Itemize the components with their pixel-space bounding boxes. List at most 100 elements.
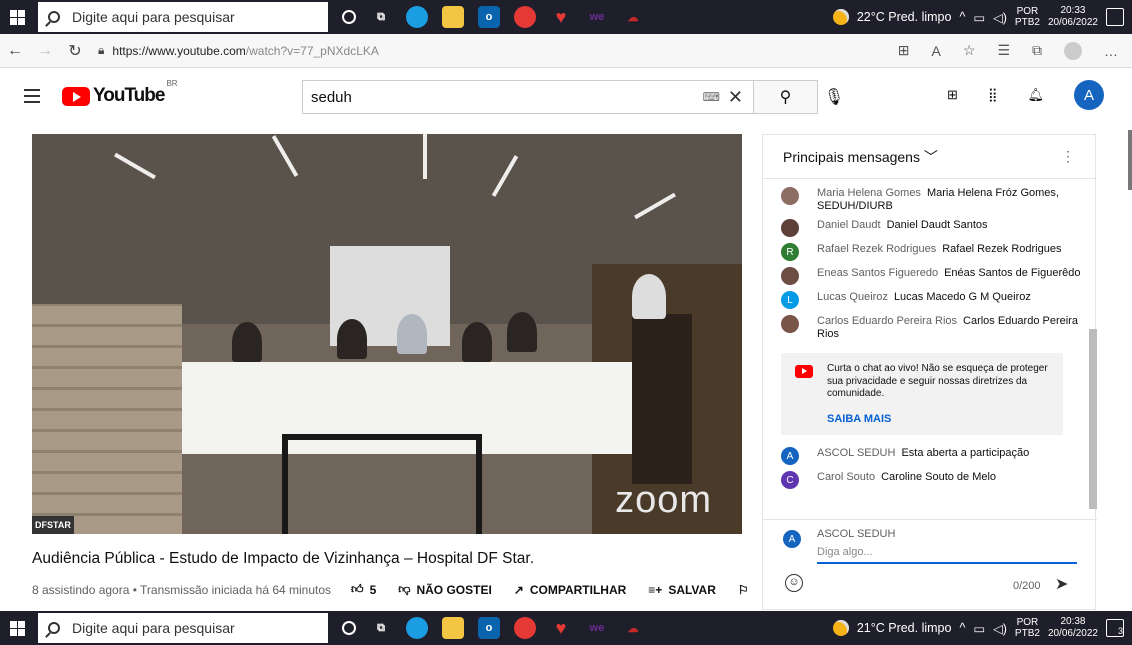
volume-icon[interactable]: ◁): [993, 621, 1007, 636]
taskbar-search[interactable]: Digite aqui para pesquisar: [38, 613, 328, 643]
send-icon[interactable]: ➤: [1055, 574, 1068, 594]
chat-notice: Curta o chat ao vivo! Não se esqueça de …: [781, 353, 1063, 435]
chat-message[interactable]: Daniel Daudt Daniel Daudt Santos: [763, 217, 1097, 241]
cortana-icon[interactable]: [342, 10, 356, 24]
notification-icon[interactable]: 3: [1106, 619, 1124, 637]
chat-message-body: Carlos Eduardo Pereira Rios Carlos Eduard…: [817, 315, 1083, 341]
panelist: [507, 312, 537, 352]
lang-code: POR: [1016, 6, 1039, 17]
app-heart-icon[interactable]: ♥: [550, 6, 572, 28]
edge-icon[interactable]: [406, 6, 428, 28]
video-viewers-info: 8 assistindo agora • Transmissão iniciad…: [32, 582, 332, 597]
refresh-icon[interactable]: ↻: [60, 41, 90, 61]
chat-message[interactable]: R Rafael Rezek Rodrigues Rafael Rezek Rodr…: [763, 241, 1097, 265]
panelist: [462, 322, 492, 362]
save-button[interactable]: ≡+ SALVAR: [648, 583, 716, 597]
voice-search-icon[interactable]: 🎙︎: [818, 80, 850, 114]
read-aloud-icon[interactable]: A: [932, 43, 941, 59]
edge-icon[interactable]: [406, 617, 428, 639]
weather-text[interactable]: 21°C Pred. limpo: [857, 621, 952, 635]
network-icon[interactable]: ▭: [973, 621, 985, 636]
search-input[interactable]: seduh ⌨ ✕: [302, 80, 754, 114]
chat-author: Maria Helena Gomes: [817, 187, 921, 199]
network-icon[interactable]: ▭: [973, 10, 985, 25]
favorite-icon[interactable]: ☆: [963, 42, 976, 59]
zoom-watermark: zoom: [615, 479, 712, 521]
thumbs-up-icon: 👍︎: [351, 582, 364, 596]
task-view-icon[interactable]: ⧉: [370, 617, 392, 639]
search-button[interactable]: ⚲: [754, 80, 818, 114]
outlook-icon[interactable]: o: [478, 617, 500, 639]
chat-message-body: Maria Helena Gomes Maria Helena Fróz Gome…: [817, 187, 1083, 213]
start-button[interactable]: [0, 611, 34, 645]
account-avatar[interactable]: A: [1074, 80, 1104, 110]
clock[interactable]: 20:33 20/06/2022: [1048, 5, 1098, 29]
ceiling-light: [634, 192, 676, 220]
taskbar-search-placeholder: Digite aqui para pesquisar: [72, 620, 235, 636]
chrome-icon[interactable]: [514, 617, 536, 639]
like-button[interactable]: 👍︎ 5: [351, 582, 376, 597]
app-cloud-icon[interactable]: ☁: [622, 617, 644, 639]
volume-icon[interactable]: ◁): [993, 10, 1007, 25]
search-icon: [48, 11, 60, 23]
outlook-icon[interactable]: o: [478, 6, 500, 28]
clock-date: 20/06/2022: [1047, 17, 1098, 28]
chat-menu-icon[interactable]: ⋮: [1061, 148, 1075, 165]
notifications-bell-icon[interactable]: 🔔︎: [1027, 87, 1044, 103]
page-scrollbar[interactable]: [1128, 130, 1132, 190]
tray-chevron-icon[interactable]: ^: [959, 10, 965, 24]
tray-chevron-icon[interactable]: ^: [959, 621, 965, 635]
app-cloud-icon[interactable]: ☁: [622, 6, 644, 28]
app-available-icon[interactable]: ⊞: [898, 42, 910, 59]
chat-scrollbar[interactable]: [1089, 329, 1097, 509]
youtube-logo[interactable]: YouTube BR: [62, 79, 178, 107]
chat-input[interactable]: Diga algo...: [817, 546, 1077, 564]
learn-more-link[interactable]: SAIBA MAIS: [827, 413, 1053, 426]
chat-message[interactable]: Eneas Santos Figueredo Enéas Santos de Fi…: [763, 265, 1097, 289]
chat-avatar: [781, 267, 799, 285]
clock[interactable]: 20:38 20/06/2022: [1048, 616, 1098, 640]
file-explorer-icon[interactable]: [442, 6, 464, 28]
start-button[interactable]: [0, 0, 34, 34]
address-bar[interactable]: 🔒︎ https://www.youtube.com/watch?v=77_pN…: [98, 43, 379, 58]
emoji-icon[interactable]: ☺: [785, 574, 803, 592]
chat-message[interactable]: L Lucas Queiroz Lucas Macedo G M Queiroz: [763, 289, 1097, 313]
file-explorer-icon[interactable]: [442, 617, 464, 639]
taskbar-search[interactable]: Digite aqui para pesquisar: [38, 2, 328, 32]
report-button[interactable]: ⚐: [738, 583, 749, 597]
chat-header[interactable]: Principais mensagens ﹀ ⋮: [763, 135, 1095, 179]
video-player[interactable]: zoom DFSTAR: [32, 134, 742, 534]
notification-icon[interactable]: [1106, 8, 1124, 26]
create-video-icon[interactable]: ⊞: [947, 87, 958, 103]
more-icon[interactable]: …: [1104, 43, 1118, 59]
collections-icon[interactable]: ⧉: [1032, 42, 1042, 59]
language-indicator[interactable]: POR PTB2: [1015, 6, 1040, 28]
weather-text[interactable]: 22°C Pred. limpo: [857, 10, 952, 24]
chrome-icon[interactable]: [514, 6, 536, 28]
keyboard-icon[interactable]: ⌨: [703, 90, 720, 104]
dislike-button[interactable]: 👎︎ NÃO GOSTEI: [398, 582, 492, 597]
forward-icon[interactable]: →: [30, 42, 60, 60]
chat-message[interactable]: A ASCOL SEDUH Esta aberta a participação: [763, 445, 1097, 469]
chat-text: Enéas Santos de Figuerêdo: [944, 267, 1081, 279]
back-icon[interactable]: ←: [0, 42, 30, 60]
clear-search-icon[interactable]: ✕: [728, 87, 743, 108]
chat-author: Rafael Rezek Rodrigues: [817, 243, 937, 255]
apps-icon[interactable]: ⣿: [988, 87, 998, 103]
chat-message[interactable]: C Carol Souto Caroline Souto de Melo: [763, 469, 1097, 493]
app-heart-icon[interactable]: ♥: [550, 617, 572, 639]
profile-icon[interactable]: [1064, 41, 1082, 60]
language-indicator[interactable]: POR PTB2: [1015, 617, 1040, 639]
chat-message[interactable]: Maria Helena Gomes Maria Helena Fróz Gome…: [763, 185, 1097, 217]
menu-icon[interactable]: [24, 89, 40, 103]
favorites-list-icon[interactable]: ☰: [997, 42, 1010, 59]
chat-message[interactable]: Carlos Eduardo Pereira Rios Carlos Eduard…: [763, 313, 1097, 345]
we-app-icon[interactable]: we: [586, 6, 608, 28]
chat-author: Lucas Queiroz: [817, 291, 888, 303]
lang-code: POR: [1016, 617, 1039, 628]
task-view-icon[interactable]: ⧉: [370, 6, 392, 28]
chat-messages: Maria Helena Gomes Maria Helena Fróz Gome…: [763, 179, 1097, 511]
we-app-icon[interactable]: we: [586, 617, 608, 639]
share-button[interactable]: ↗ COMPARTILHAR: [514, 583, 627, 597]
cortana-icon[interactable]: [342, 621, 356, 635]
